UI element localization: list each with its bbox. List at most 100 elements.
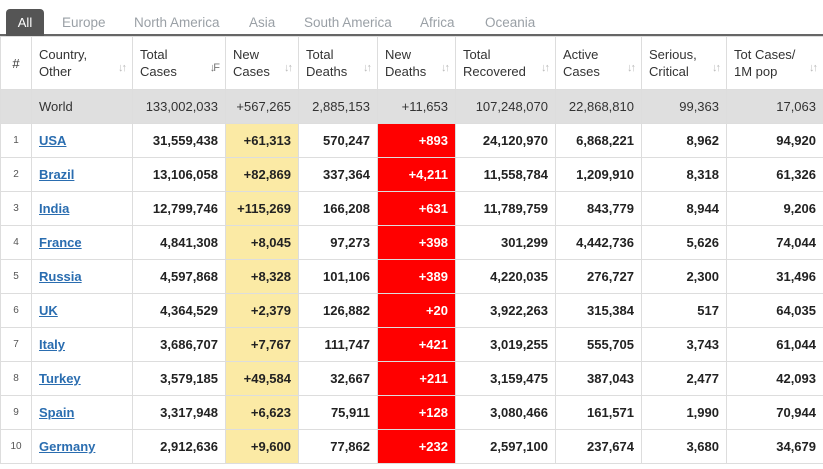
new-cases-cell: +9,600 [225, 429, 299, 464]
new-deaths-cell: +421 [377, 327, 456, 362]
total-deaths-cell: 126,882 [298, 293, 378, 328]
table-row: 6 UK 4,364,529 +2,379 126,882 +20 3,922,263 315… [0, 293, 823, 328]
total-cases-cell: 3,317,948 [132, 395, 226, 430]
country-link[interactable]: Spain [39, 405, 74, 420]
total-recovered-cell: 24,120,970 [455, 123, 556, 158]
header-serious-critical[interactable]: Serious, Critical ↓↑ [641, 36, 727, 90]
serious-critical-cell: 3,680 [641, 429, 727, 464]
header-row: # Country, Other ↓↑ Total Cases ↓F New Cases ↓… [0, 36, 823, 90]
country-link[interactable]: Russia [39, 269, 82, 284]
new-cases-cell: +115,269 [225, 191, 299, 226]
new-cases-cell: +8,045 [225, 225, 299, 260]
tab-all[interactable]: All [6, 9, 44, 36]
header-index[interactable]: # [0, 36, 32, 90]
country-link[interactable]: Germany [39, 439, 95, 454]
new-deaths-cell: +211 [377, 361, 456, 396]
tab-asia[interactable]: Asia [249, 0, 275, 34]
new-cases-cell: +7,767 [225, 327, 299, 362]
new-cases-cell: +49,584 [225, 361, 299, 396]
new-deaths-cell: +128 [377, 395, 456, 430]
total-recovered-cell: 301,299 [455, 225, 556, 260]
total-deaths-cell: 111,747 [298, 327, 378, 362]
header-total-cases[interactable]: Total Cases ↓F [132, 36, 226, 90]
cases-per-million-cell: 70,944 [726, 395, 823, 430]
table-row: 2 Brazil 13,106,058 +82,869 337,364 +4,211 11,… [0, 157, 823, 192]
row-index: 8 [0, 361, 32, 396]
cases-per-million-cell: 64,035 [726, 293, 823, 328]
active-cases-cell: 315,384 [555, 293, 642, 328]
serious-critical-cell: 99,363 [641, 89, 727, 124]
active-cases-cell: 276,727 [555, 259, 642, 294]
sort-icon: ↓↑ [118, 62, 127, 74]
tab-europe[interactable]: Europe [62, 0, 106, 34]
total-cases-cell: 2,912,636 [132, 429, 226, 464]
country-link[interactable]: USA [39, 133, 66, 148]
table-row: 1 USA 31,559,438 +61,313 570,247 +893 24,120,9… [0, 123, 823, 158]
country-cell: Spain [31, 395, 133, 430]
serious-critical-cell: 5,626 [641, 225, 727, 260]
table-row: 8 Turkey 3,579,185 +49,584 32,667 +211 3,159,4… [0, 361, 823, 396]
total-recovered-cell: 3,922,263 [455, 293, 556, 328]
sort-icon: ↓↑ [541, 62, 550, 74]
table-row: 4 France 4,841,308 +8,045 97,273 +398 301,299 4… [0, 225, 823, 260]
total-recovered-cell: 107,248,070 [455, 89, 556, 124]
total-cases-cell: 4,597,868 [132, 259, 226, 294]
world-row: World 133,002,033 +567,265 2,885,153 +11… [0, 89, 823, 124]
total-cases-cell: 4,364,529 [132, 293, 226, 328]
row-index: 3 [0, 191, 32, 226]
serious-critical-cell: 2,477 [641, 361, 727, 396]
active-cases-cell: 843,779 [555, 191, 642, 226]
serious-critical-cell: 3,743 [641, 327, 727, 362]
total-recovered-cell: 11,789,759 [455, 191, 556, 226]
cases-per-million-cell: 34,679 [726, 429, 823, 464]
header-cases-per-million[interactable]: Tot Cases/1M pop ↓↑ [726, 36, 823, 90]
header-new-cases[interactable]: New Cases ↓↑ [225, 36, 299, 90]
header-total-recovered[interactable]: Total Recovered ↓↑ [455, 36, 556, 90]
cases-per-million-cell: 9,206 [726, 191, 823, 226]
region-tabs: All Europe North America Asia South Amer… [0, 0, 823, 36]
country-link[interactable]: UK [39, 303, 58, 318]
total-cases-cell: 4,841,308 [132, 225, 226, 260]
active-cases-cell: 4,442,736 [555, 225, 642, 260]
country-link[interactable]: India [39, 201, 69, 216]
country-name: World [31, 89, 133, 124]
new-deaths-cell: +893 [377, 123, 456, 158]
country-cell: Germany [31, 429, 133, 464]
row-index: 2 [0, 157, 32, 192]
header-new-deaths[interactable]: New Deaths ↓↑ [377, 36, 456, 90]
country-cell: France [31, 225, 133, 260]
serious-critical-cell: 8,944 [641, 191, 727, 226]
new-deaths-cell: +232 [377, 429, 456, 464]
header-active-cases[interactable]: Active Cases ↓↑ [555, 36, 642, 90]
total-deaths-cell: 101,106 [298, 259, 378, 294]
active-cases-cell: 1,209,910 [555, 157, 642, 192]
total-deaths-cell: 77,862 [298, 429, 378, 464]
table-row: 3 India 12,799,746 +115,269 166,208 +631 11,78… [0, 191, 823, 226]
tab-south-america[interactable]: South America [304, 0, 392, 34]
header-total-deaths[interactable]: Total Deaths ↓↑ [298, 36, 378, 90]
country-cell: Brazil [31, 157, 133, 192]
total-cases-cell: 31,559,438 [132, 123, 226, 158]
row-index: 10 [0, 429, 32, 464]
table-row: 5 Russia 4,597,868 +8,328 101,106 +389 4,220,0… [0, 259, 823, 294]
tab-africa[interactable]: Africa [420, 0, 455, 34]
total-cases-cell: 3,686,707 [132, 327, 226, 362]
country-link[interactable]: Brazil [39, 167, 74, 182]
new-cases-cell: +6,623 [225, 395, 299, 430]
country-cell: Russia [31, 259, 133, 294]
sort-icon: ↓↑ [627, 62, 636, 74]
total-deaths-cell: 337,364 [298, 157, 378, 192]
country-link[interactable]: France [39, 235, 82, 250]
covid-stats-table: # Country, Other ↓↑ Total Cases ↓F New Cases ↓… [0, 36, 823, 464]
cases-per-million-cell: 74,044 [726, 225, 823, 260]
header-country[interactable]: Country, Other ↓↑ [31, 36, 133, 90]
row-index: 9 [0, 395, 32, 430]
tab-north-america[interactable]: North America [134, 0, 220, 34]
country-link[interactable]: Italy [39, 337, 65, 352]
country-cell: Turkey [31, 361, 133, 396]
row-index: 5 [0, 259, 32, 294]
serious-critical-cell: 2,300 [641, 259, 727, 294]
tab-oceania[interactable]: Oceania [485, 0, 535, 34]
total-recovered-cell: 2,597,100 [455, 429, 556, 464]
country-link[interactable]: Turkey [39, 371, 81, 386]
